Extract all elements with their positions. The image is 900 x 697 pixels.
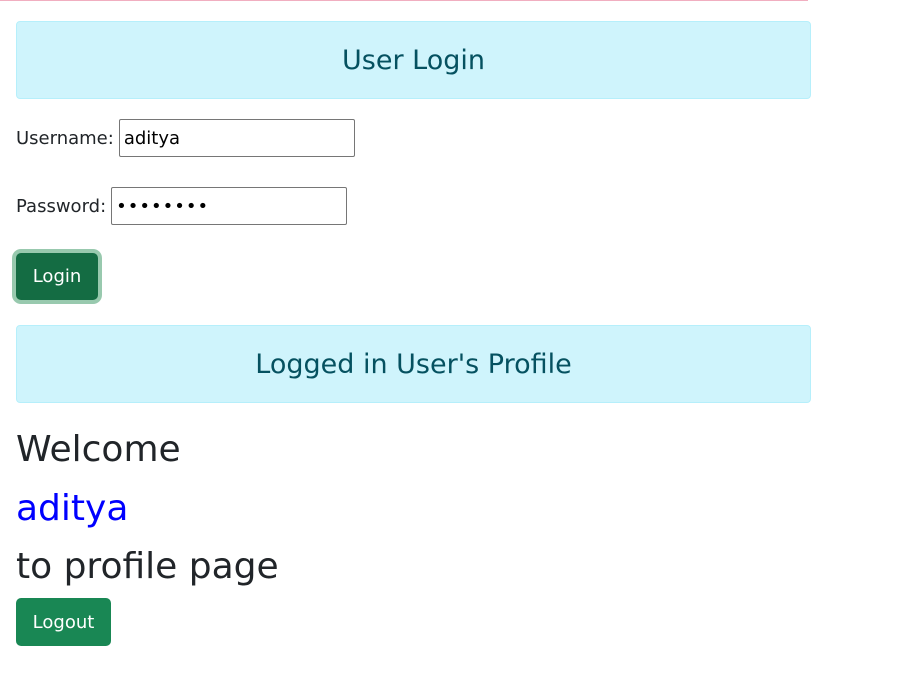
login-button[interactable]: Login [16, 252, 98, 300]
logout-button[interactable]: Logout [16, 598, 111, 646]
username-input[interactable] [118, 119, 355, 157]
login-title: User Login [342, 44, 485, 76]
profile-header-banner: Logged in User's Profile [16, 325, 811, 403]
password-row: Password: [16, 187, 811, 225]
username-row: Username: [16, 119, 811, 157]
welcome-heading: Welcome [16, 429, 181, 470]
username-label: Username: [16, 127, 114, 149]
password-label: Password: [16, 195, 107, 217]
password-input[interactable] [111, 187, 348, 225]
page-container: User Login Username: Password: Login Log… [16, 21, 811, 646]
profile-title: Logged in User's Profile [255, 348, 572, 380]
top-divider [0, 0, 808, 1]
welcome-suffix: to profile page [16, 546, 279, 587]
login-button-wrap: Login [16, 252, 98, 300]
login-header-banner: User Login [16, 21, 811, 99]
welcome-username: aditya [16, 488, 129, 529]
